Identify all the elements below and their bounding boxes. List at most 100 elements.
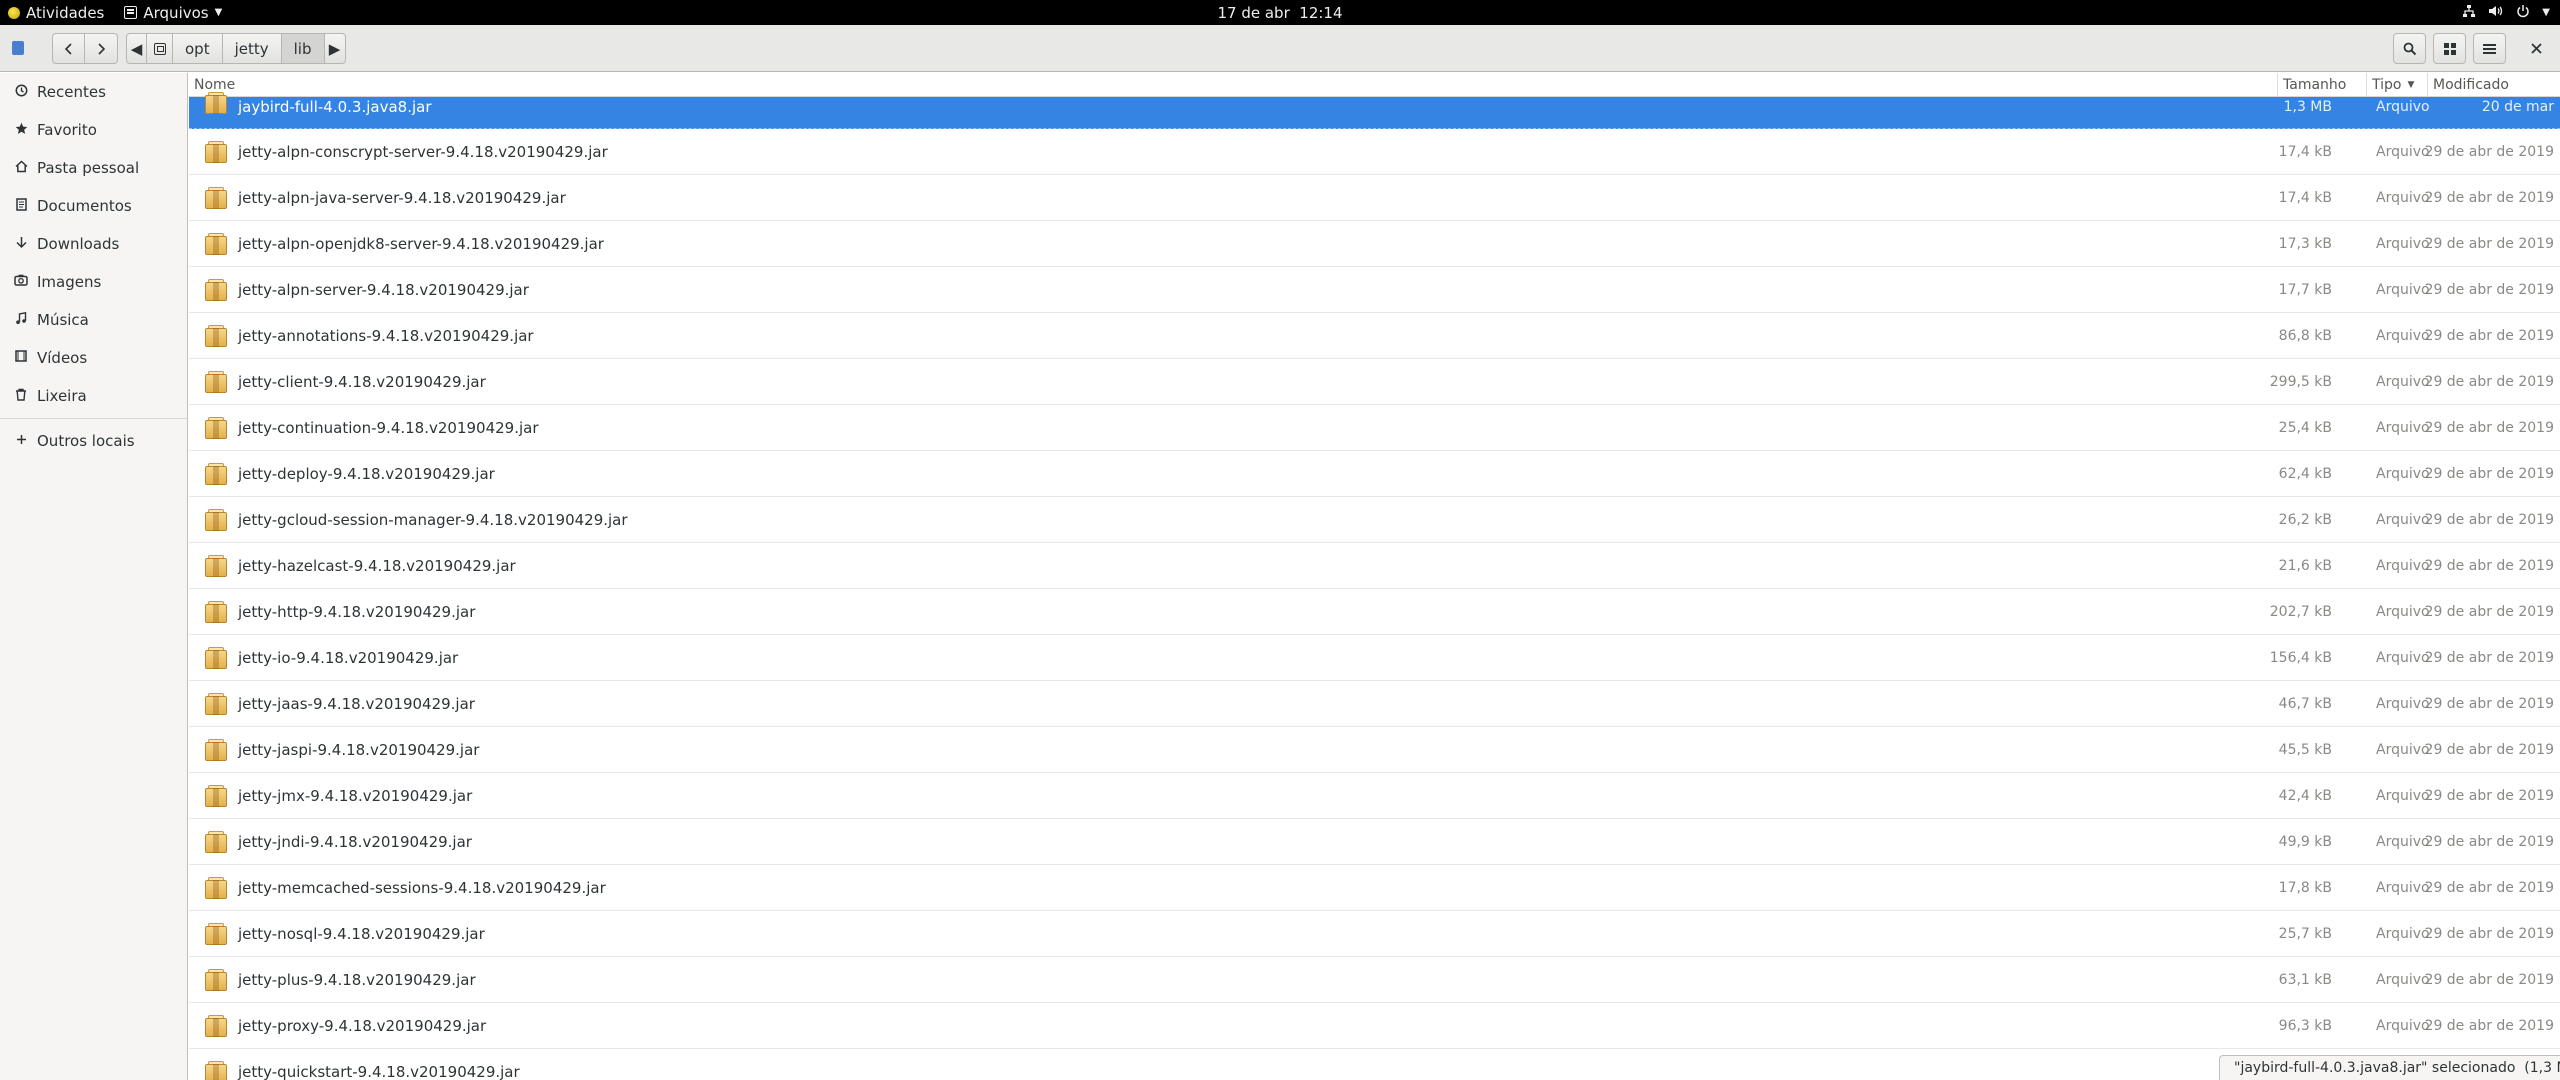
file-row[interactable]: jetty-plus-9.4.18.v20190429.jar 63,1 kB Ar… [189, 957, 2560, 1003]
clock[interactable]: 17 de abr 12:14 [0, 0, 2560, 25]
file-row[interactable]: jetty-proxy-9.4.18.v20190429.jar 96,3 kB A… [189, 1003, 2560, 1049]
file-name: jetty-nosql-9.4.18.v20190429.jar [238, 924, 485, 943]
file-row[interactable]: jetty-alpn-conscrypt-server-9.4.18.v2019… [189, 129, 2560, 175]
file-row[interactable]: jetty-client-9.4.18.v20190429.jar 299,5 k… [189, 359, 2560, 405]
file-row[interactable]: jetty-jmx-9.4.18.v20190429.jar 42,4 kB Arq… [189, 773, 2560, 819]
file-row[interactable]: jetty-alpn-openjdk8-server-9.4.18.v20190… [189, 221, 2560, 267]
sidebar-item-label: Música [37, 311, 89, 329]
file-type: Arquivo [2376, 189, 2430, 206]
archive-file-icon [204, 278, 228, 302]
file-rows: jaybird-full-4.0.3.java8.jar 1,3 MB Arquiv… [189, 92, 2560, 1080]
sidebar-item-label: Documentos [37, 197, 132, 215]
file-row[interactable]: jetty-annotations-9.4.18.v20190429.jar 86… [189, 313, 2560, 359]
file-row[interactable]: jetty-deploy-9.4.18.v20190429.jar 62,4 kB… [189, 451, 2560, 497]
top-bar: Atividades Arquivos ▼ 17 de abr 12:14 ▼ [0, 0, 2560, 25]
selection-status-label: "jaybird-full-4.0.3.java8.jar" seleciona… [2234, 1060, 2560, 1076]
menu-button[interactable] [2473, 33, 2506, 64]
home-icon [14, 159, 28, 177]
column-size-label: Tamanho [2283, 77, 2347, 93]
file-type: Arquivo [2376, 235, 2430, 252]
file-row[interactable]: jetty-nosql-9.4.18.v20190429.jar 25,7 kB A… [189, 911, 2560, 957]
file-modified: 29 de abr de 2019 [2424, 833, 2554, 850]
file-name: jetty-jmx-9.4.18.v20190429.jar [238, 786, 473, 805]
file-modified: 29 de abr de 2019 [2424, 143, 2554, 160]
archive-file-icon [204, 968, 228, 992]
archive-file-icon [204, 416, 228, 440]
archive-file-icon [204, 646, 228, 670]
file-name: jetty-jaspi-9.4.18.v20190429.jar [238, 740, 480, 759]
sidebar-item-pasta-pessoal[interactable]: Pasta pessoal [0, 149, 187, 187]
drive-icon [153, 42, 166, 55]
file-row[interactable]: jetty-gcloud-session-manager-9.4.18.v201… [189, 497, 2560, 543]
sidebar-item-downloads[interactable]: Downloads [0, 225, 187, 263]
column-name[interactable]: Nome [189, 73, 2278, 97]
document-icon [14, 197, 28, 215]
camera-icon [14, 274, 28, 290]
column-modified[interactable]: Modificado [2428, 73, 2560, 97]
path-scroll-left-button[interactable]: ◀ [127, 34, 147, 63]
file-modified: 29 de abr de 2019 [2424, 235, 2554, 252]
file-row[interactable]: jetty-http-9.4.18.v20190429.jar 202,7 kB A… [189, 589, 2560, 635]
file-row[interactable]: jaybird-full-4.0.3.java8.jar 1,3 MB Arquiv… [189, 92, 2560, 129]
file-type: Arquivo [2376, 373, 2430, 390]
sidebar-item-videos[interactable]: Vídeos [0, 339, 187, 377]
file-size: 156,4 kB [2269, 649, 2332, 666]
file-modified: 29 de abr de 2019 [2424, 741, 2554, 758]
file-size: 17,4 kB [2278, 143, 2332, 160]
file-row[interactable]: jetty-jaas-9.4.18.v20190429.jar 46,7 kB Ar… [189, 681, 2560, 727]
path-scroll-right-button[interactable]: ▶ [325, 34, 345, 63]
file-size: 63,1 kB [2278, 971, 2332, 988]
file-row[interactable]: jetty-io-9.4.18.v20190429.jar 156,4 kB Arq… [189, 635, 2560, 681]
close-icon [2530, 42, 2542, 54]
drive-button[interactable] [147, 34, 173, 63]
sidebar-item-lixeira[interactable]: Lixeira [0, 377, 187, 415]
grid-view-button[interactable] [2433, 33, 2466, 64]
path-crumb-jetty[interactable]: jetty [223, 34, 282, 63]
archive-file-icon [204, 784, 228, 808]
sidebar-item-recentes[interactable]: Recentes [0, 73, 187, 111]
file-type: Arquivo [2376, 143, 2430, 160]
file-size: 62,4 kB [2278, 465, 2332, 482]
sidebar-item-documentos[interactable]: Documentos [0, 187, 187, 225]
close-button[interactable] [2528, 40, 2544, 56]
file-row[interactable]: jetty-jndi-9.4.18.v20190429.jar 49,9 kB Ar… [189, 819, 2560, 865]
back-button[interactable] [53, 34, 85, 63]
file-type: Arquivo [2376, 925, 2430, 942]
file-row[interactable]: jetty-hazelcast-9.4.18.v20190429.jar 21,6… [189, 543, 2560, 589]
file-modified: 29 de abr de 2019 [2424, 419, 2554, 436]
file-size: 49,9 kB [2278, 833, 2332, 850]
sidebar-item-imagens[interactable]: Imagens [0, 263, 187, 301]
volume-icon [2488, 4, 2504, 22]
file-modified: 29 de abr de 2019 [2424, 925, 2554, 942]
sidebar-item-outros-locais[interactable]: Outros locais [0, 422, 187, 460]
file-type: Arquivo [2376, 603, 2430, 620]
archive-file-icon [204, 554, 228, 578]
column-type[interactable]: Tipo ▼ [2367, 73, 2428, 97]
file-size: 1,3 MB [2283, 99, 2332, 115]
file-row[interactable]: jetty-continuation-9.4.18.v20190429.jar 2… [189, 405, 2560, 451]
header-bar: ◀ opt jetty lib ▶ [0, 25, 2560, 72]
file-size: 17,3 kB [2278, 235, 2332, 252]
file-name: jetty-jndi-9.4.18.v20190429.jar [238, 832, 472, 851]
sidebar-separator [0, 418, 187, 419]
sidebar-toggle-icon[interactable] [12, 41, 24, 55]
file-row[interactable]: jetty-alpn-server-9.4.18.v20190429.jar 17… [189, 267, 2560, 313]
file-modified: 29 de abr de 2019 [2424, 557, 2554, 574]
file-row[interactable]: jetty-memcached-sessions-9.4.18.v2019042… [189, 865, 2560, 911]
file-row[interactable]: jetty-alpn-java-server-9.4.18.v20190429.… [189, 175, 2560, 221]
path-crumb-opt[interactable]: opt [173, 34, 223, 63]
forward-button[interactable] [85, 34, 117, 63]
file-size: 26,2 kB [2278, 511, 2332, 528]
file-row[interactable]: jetty-quickstart-9.4.18.v20190429.jar [189, 1049, 2560, 1080]
path-crumb-lib[interactable]: lib [281, 34, 325, 63]
search-button[interactable] [2393, 33, 2426, 64]
file-modified: 29 de abr de 2019 [2424, 971, 2554, 988]
sidebar-item-musica[interactable]: Música [0, 301, 187, 339]
sidebar-item-favorito[interactable]: Favorito [0, 111, 187, 149]
file-size: 17,4 kB [2278, 189, 2332, 206]
system-menu[interactable]: ▼ [2462, 0, 2550, 25]
power-icon [2516, 4, 2530, 22]
file-row[interactable]: jetty-jaspi-9.4.18.v20190429.jar 45,5 kB A… [189, 727, 2560, 773]
column-size[interactable]: Tamanho [2278, 73, 2367, 97]
path-bar: ◀ opt jetty lib ▶ [126, 33, 346, 64]
